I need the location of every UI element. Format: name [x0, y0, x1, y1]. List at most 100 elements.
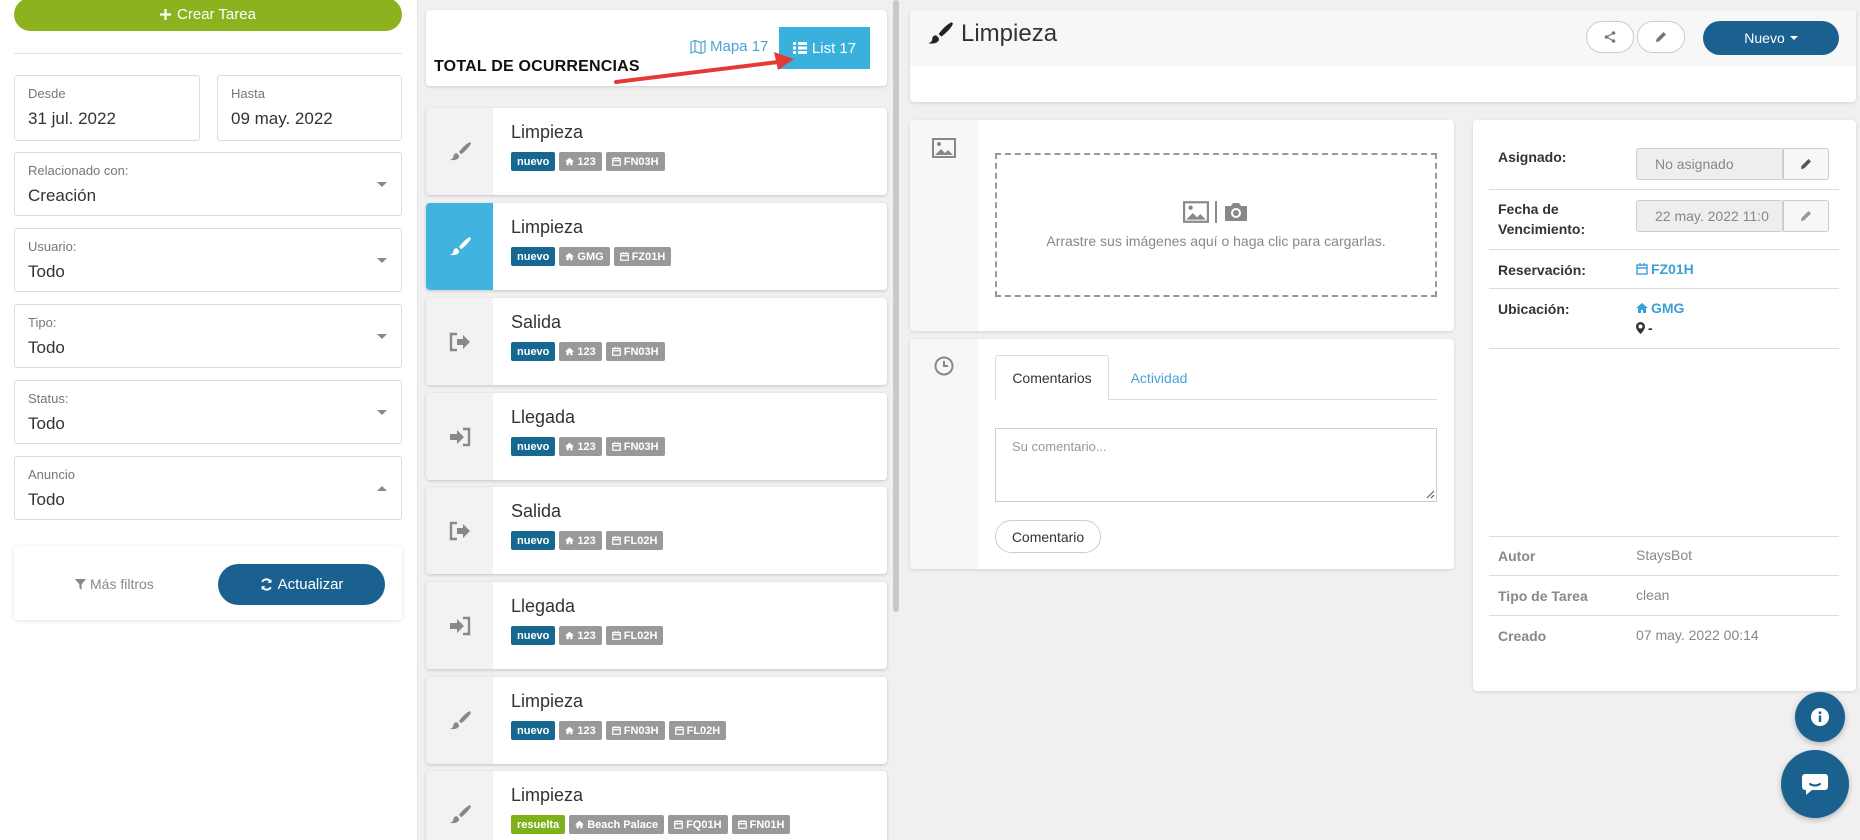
- status-badge: FN03H: [605, 721, 665, 740]
- caret-down-icon: [377, 182, 387, 187]
- status-badge: 123: [559, 721, 602, 740]
- caret-down-icon: [1789, 36, 1798, 40]
- badge-text: nuevo: [517, 155, 550, 168]
- image-dropzone[interactable]: Arrastre sus imágenes aquí o haga clic p…: [995, 153, 1437, 297]
- task-tags: resuelta Beach Palace FQ01H FN01H: [511, 815, 791, 834]
- task-tags: nuevo 123 FN03H: [511, 152, 665, 171]
- relacionado-select[interactable]: Relacionado con: Creación: [14, 152, 402, 216]
- caret-down-icon: [377, 334, 387, 339]
- chat-button[interactable]: [1781, 750, 1849, 818]
- reservacion-link[interactable]: FZ01H: [1636, 261, 1694, 277]
- status-badge: FN03H: [605, 152, 665, 171]
- new-button[interactable]: Nuevo: [1703, 21, 1839, 55]
- status-value: Todo: [28, 414, 65, 433]
- hasta-value: 09 may. 2022: [231, 109, 333, 128]
- asignado-field[interactable]: No asignado: [1636, 148, 1783, 180]
- brush-icon: [426, 203, 493, 290]
- task-list-item[interactable]: Limpieza nuevo GMG FZ01H: [426, 203, 887, 290]
- hasta-field[interactable]: Hasta 09 may. 2022: [217, 75, 402, 141]
- task-list-item[interactable]: Llegada nuevo 123 FN03H: [426, 393, 887, 480]
- caret-down-icon: [377, 258, 387, 263]
- task-list-item[interactable]: Salida nuevo 123 FL02H: [426, 487, 887, 574]
- reservacion-value: FZ01H: [1651, 261, 1694, 277]
- home-icon: [575, 820, 585, 829]
- edit-asignado-button[interactable]: [1783, 148, 1829, 180]
- usuario-select[interactable]: Usuario: Todo: [14, 228, 402, 292]
- status-badge: nuevo: [511, 342, 556, 361]
- status-badge: FN03H: [605, 437, 665, 456]
- list-scrollbar[interactable]: [893, 0, 899, 612]
- badge-text: FL02H: [686, 724, 721, 737]
- task-list-item[interactable]: Limpieza nuevo 123 FN03H FL02H: [426, 677, 887, 764]
- status-badge: nuevo: [511, 152, 556, 171]
- clock-icon: [934, 356, 954, 376]
- task-list-item[interactable]: Salida nuevo 123 FN03H: [426, 298, 887, 385]
- fecha-field[interactable]: 22 may. 2022 11:0: [1636, 200, 1783, 232]
- plus-icon: [160, 9, 172, 20]
- badge-text: FN01H: [749, 818, 785, 831]
- badge-text: nuevo: [517, 629, 550, 642]
- comment-submit-button[interactable]: Comentario: [995, 520, 1101, 553]
- upload-icons: [1183, 201, 1249, 223]
- task-list-item[interactable]: Limpieza nuevo 123 FN03H: [426, 108, 887, 195]
- desde-value: 31 jul. 2022: [28, 109, 116, 128]
- comment-input[interactable]: Su comentario...: [995, 428, 1437, 502]
- desde-label: Desde: [28, 86, 66, 101]
- more-filters-button[interactable]: Más filtros: [75, 576, 154, 592]
- update-button[interactable]: Actualizar: [218, 564, 385, 605]
- tab-comments[interactable]: Comentarios: [995, 355, 1109, 401]
- tipo-select[interactable]: Tipo: Todo: [14, 304, 402, 368]
- divider: [1489, 536, 1839, 537]
- camera-icon: [1223, 201, 1249, 223]
- brush-icon: [426, 108, 493, 195]
- anuncio-select[interactable]: Anuncio Todo: [14, 456, 402, 520]
- task-title: Llegada: [511, 407, 576, 427]
- badge-text: Beach Palace: [587, 818, 659, 831]
- home-icon: [565, 631, 575, 640]
- badge-text: nuevo: [517, 345, 550, 358]
- desde-field[interactable]: Desde 31 jul. 2022: [14, 75, 200, 141]
- badge-text: FN03H: [623, 155, 659, 168]
- status-badge: Beach Palace: [569, 815, 665, 834]
- caret-down-icon: [377, 410, 387, 415]
- home-icon: [565, 252, 575, 261]
- anuncio-label: Anuncio: [28, 467, 75, 482]
- status-badge: nuevo: [511, 721, 556, 740]
- status-badge: 123: [559, 531, 602, 550]
- fecha-label-1: Fecha de: [1498, 201, 1559, 217]
- autor-value: StaysBot: [1636, 547, 1693, 563]
- status-badge: nuevo: [511, 437, 556, 456]
- badge-text: resuelta: [517, 818, 560, 831]
- divider: [14, 53, 402, 54]
- tab-activity[interactable]: Actividad: [1109, 355, 1209, 400]
- ubicacion-link[interactable]: GMG: [1636, 300, 1684, 316]
- status-badge: FN03H: [605, 342, 665, 361]
- home-icon: [565, 157, 575, 166]
- create-task-label: Crear Tarea: [177, 6, 256, 23]
- fecha-label-2: Vencimiento:: [1498, 221, 1586, 237]
- calendar-icon: [674, 820, 683, 829]
- badge-text: nuevo: [517, 440, 550, 453]
- task-title: Limpieza: [511, 217, 584, 237]
- tipo-value: Todo: [28, 338, 65, 357]
- share-button[interactable]: [1586, 21, 1634, 53]
- badge-text: nuevo: [517, 724, 550, 737]
- task-tags: nuevo 123 FL02H: [511, 531, 664, 550]
- badge-text: GMG: [577, 250, 604, 263]
- info-button[interactable]: [1795, 692, 1845, 742]
- create-task-button[interactable]: Crear Tarea: [14, 0, 402, 31]
- list-view-label: List 17: [811, 39, 857, 57]
- status-select[interactable]: Status: Todo: [14, 380, 402, 444]
- calendar-icon: [611, 631, 621, 640]
- edit-button[interactable]: [1637, 21, 1685, 53]
- creado-value: 07 may. 2022 00:14: [1636, 627, 1759, 643]
- task-title: Salida: [511, 312, 562, 332]
- separator: [1215, 201, 1217, 223]
- task-list-item[interactable]: Llegada nuevo 123 FL02H: [426, 582, 887, 669]
- task-list-item[interactable]: Limpieza resuelta Beach Palace FQ01H FN01H: [426, 771, 887, 840]
- edit-fecha-button[interactable]: [1783, 200, 1829, 232]
- update-label: Actualizar: [277, 576, 344, 593]
- sign-out-icon: [426, 487, 493, 574]
- sign-in-icon: [426, 393, 493, 480]
- resize-handle-icon[interactable]: [1426, 490, 1435, 499]
